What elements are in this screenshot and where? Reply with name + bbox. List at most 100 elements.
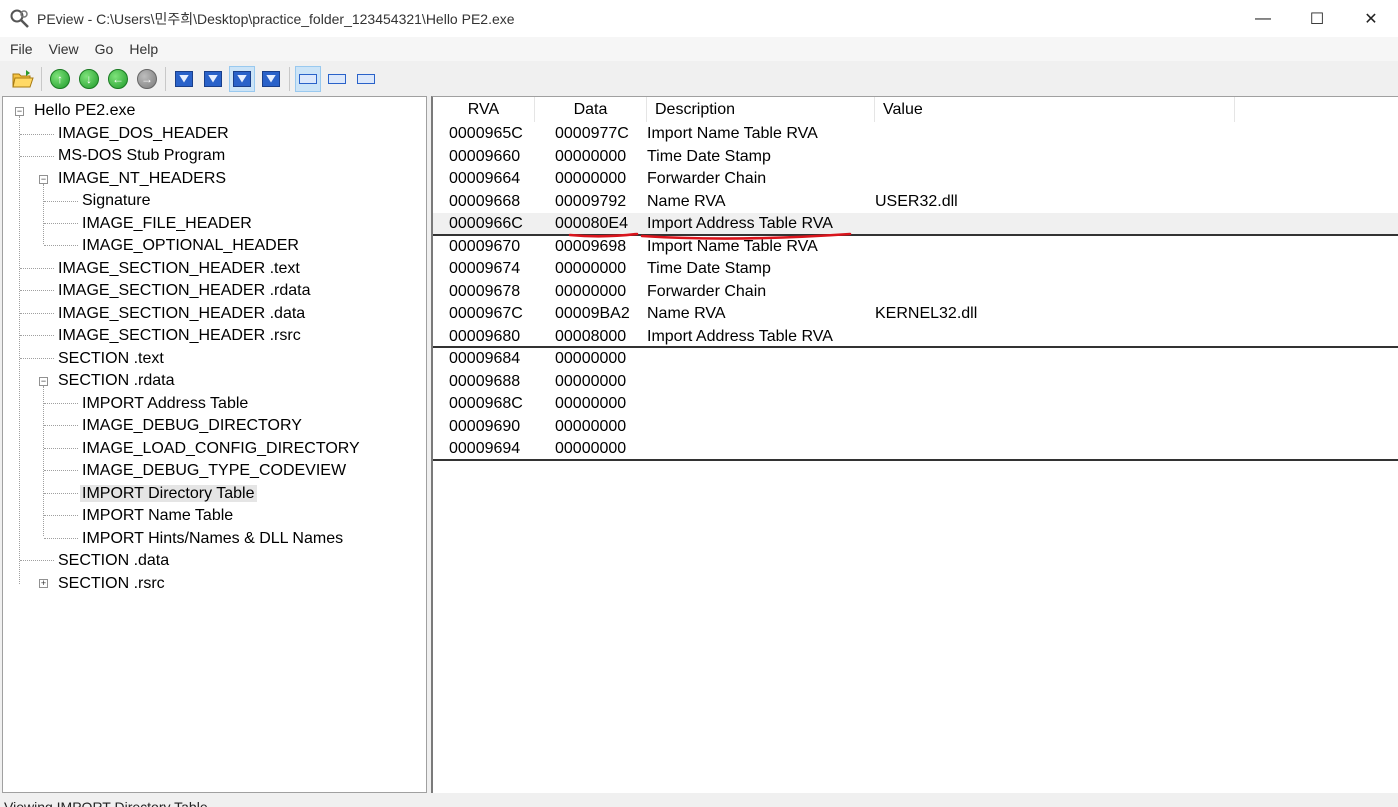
- forward-icon: →: [137, 68, 157, 89]
- download-button[interactable]: [229, 65, 255, 92]
- table-row[interactable]: 00009684 00000000: [433, 348, 1398, 370]
- table-row[interactable]: 00009664 00000000 Forwarder Chain: [433, 168, 1398, 190]
- table-row[interactable]: 00009694 00000000: [433, 438, 1398, 460]
- cell-rva: 00009678: [449, 282, 521, 300]
- toolbar: ↑ ↓ ← →: [0, 61, 1398, 96]
- nav-down-button[interactable]: ↓: [76, 66, 102, 92]
- cell-rva: 00009694: [449, 440, 521, 457]
- tree-item-section-rdata[interactable]: SECTION .rdata: [56, 370, 176, 392]
- save-down-icon: [175, 70, 193, 87]
- collapse-icon[interactable]: −: [39, 175, 48, 184]
- table-row[interactable]: 00009660 00000000 Time Date Stamp: [433, 146, 1398, 168]
- tree-item-signature[interactable]: Signature: [80, 190, 153, 212]
- cell-rva: 00009670: [449, 237, 521, 255]
- tree-line: [20, 335, 54, 336]
- cell-rva: 0000965C: [449, 125, 523, 142]
- tree-item-image-nt-headers[interactable]: IMAGE_NT_HEADERS: [56, 168, 228, 190]
- table-row[interactable]: 00009690 00000000: [433, 416, 1398, 438]
- tree-item-label: MS-DOS Stub Program: [58, 147, 226, 164]
- cell-data: 000080E4: [555, 215, 628, 232]
- nav-back-button[interactable]: ←: [105, 66, 131, 92]
- tree-item-image-debug-directory[interactable]: IMAGE_DEBUG_DIRECTORY: [80, 415, 304, 437]
- tree-item-label: IMAGE_SECTION_HEADER .rsrc: [58, 327, 301, 344]
- tree-item-image-file-header[interactable]: IMAGE_FILE_HEADER: [80, 213, 254, 235]
- nav-up-button[interactable]: ↑: [47, 66, 73, 92]
- structure-tree[interactable]: Hello PE2.exe − IMAGE_DOS_HEADER MS-DOS …: [2, 96, 427, 793]
- tree-item-label: IMAGE_DEBUG_DIRECTORY: [82, 417, 302, 434]
- cell-rva: 00009690: [449, 417, 521, 435]
- table-row[interactable]: 00009668 00009792 Name RVA USER32.dll: [433, 191, 1398, 213]
- menu-file[interactable]: File: [2, 41, 41, 57]
- view-dwords-button[interactable]: [353, 66, 379, 92]
- table-row[interactable]: 00009678 00000000 Forwarder Chain: [433, 281, 1398, 303]
- tree-item-image-load-config-directory[interactable]: IMAGE_LOAD_CONFIG_DIRECTORY: [80, 438, 362, 460]
- cell-data: 00000000: [555, 372, 627, 390]
- tree-line: [20, 290, 54, 291]
- tree-item-label: Hello PE2.exe: [34, 102, 136, 119]
- table-row[interactable]: 00009680 00008000 Import Address Table RVA: [433, 326, 1398, 348]
- tree-item-label: IMAGE_NT_HEADERS: [58, 170, 227, 187]
- cell-description: Time Date Stamp: [647, 260, 771, 277]
- tree-item-section-rsrc[interactable]: SECTION .rsrc: [56, 573, 167, 595]
- tree-item-ms-dos-stub[interactable]: MS-DOS Stub Program: [56, 145, 227, 167]
- tree-item-section-header-text[interactable]: IMAGE_SECTION_HEADER .text: [56, 258, 302, 280]
- tree-item-image-debug-type-codeview[interactable]: IMAGE_DEBUG_TYPE_CODEVIEW: [80, 460, 348, 482]
- menu-go[interactable]: Go: [87, 41, 122, 57]
- tree-item-label: IMPORT Hints/Names & DLL Names: [82, 530, 344, 547]
- column-header-value[interactable]: Value: [875, 97, 1235, 122]
- toolbar-separator: [41, 66, 42, 91]
- nav-forward-button[interactable]: →: [134, 66, 160, 92]
- cell-data: 00000000: [555, 395, 627, 412]
- tree-item-label: IMAGE_LOAD_CONFIG_DIRECTORY: [82, 440, 360, 457]
- table-row[interactable]: 00009688 00000000: [433, 371, 1398, 393]
- tree-item-label: IMPORT Name Table: [82, 507, 234, 524]
- tree-item-label: SECTION .text: [58, 350, 164, 367]
- menu-bar: File View Go Help: [0, 37, 1398, 61]
- tree-item-label: IMPORT Address Table: [82, 395, 249, 412]
- data-table[interactable]: RVA Data Description Value 0000965C 00009…: [431, 96, 1398, 793]
- group-separator: [433, 346, 1398, 348]
- tree-item-label: IMAGE_DEBUG_TYPE_CODEVIEW: [82, 462, 347, 479]
- cell-data: 00009BA2: [555, 305, 630, 322]
- tree-item-section-data[interactable]: SECTION .data: [56, 550, 171, 572]
- tree-item-section-header-data[interactable]: IMAGE_SECTION_HEADER .data: [56, 303, 307, 325]
- tree-item-root[interactable]: Hello PE2.exe: [32, 100, 137, 122]
- view-bytes-button[interactable]: [295, 65, 321, 92]
- collapse-icon[interactable]: −: [15, 107, 24, 116]
- tree-line: [44, 425, 78, 426]
- table-row[interactable]: 0000965C 0000977C Import Name Table RVA: [433, 123, 1398, 145]
- tree-item-section-header-rsrc[interactable]: IMAGE_SECTION_HEADER .rsrc: [56, 325, 303, 347]
- tree-item-image-dos-header[interactable]: IMAGE_DOS_HEADER: [56, 123, 231, 145]
- column-header-description[interactable]: Description: [647, 97, 875, 122]
- tree-item-image-optional-header[interactable]: IMAGE_OPTIONAL_HEADER: [80, 235, 301, 257]
- save-mail-button[interactable]: [200, 66, 226, 92]
- tree-item-section-header-rdata[interactable]: IMAGE_SECTION_HEADER .rdata: [56, 280, 313, 302]
- expand-icon[interactable]: +: [39, 579, 48, 588]
- open-file-button[interactable]: [10, 66, 36, 92]
- minimize-button[interactable]: —: [1236, 0, 1290, 37]
- cell-data: 00009698: [555, 237, 627, 255]
- view-words-button[interactable]: [324, 66, 350, 92]
- menu-view[interactable]: View: [41, 41, 87, 57]
- cell-description: Import Address Table RVA: [647, 215, 833, 232]
- tree-item-import-address-table[interactable]: IMPORT Address Table: [80, 393, 250, 415]
- column-header-rva[interactable]: RVA: [433, 97, 535, 122]
- download-alt-button[interactable]: [258, 66, 284, 92]
- peview-app-icon: [9, 8, 31, 30]
- tree-item-import-directory-table[interactable]: IMPORT Directory Table: [80, 483, 257, 505]
- collapse-icon[interactable]: −: [39, 377, 48, 386]
- table-row[interactable]: 0000966C 000080E4 Import Address Table RVA: [433, 213, 1398, 235]
- tree-item-import-name-table[interactable]: IMPORT Name Table: [80, 505, 235, 527]
- table-row[interactable]: 0000967C 00009BA2 Name RVA KERNEL32.dll: [433, 303, 1398, 325]
- close-button[interactable]: ✕: [1344, 0, 1398, 37]
- menu-help[interactable]: Help: [121, 41, 166, 57]
- tree-item-import-hints-names[interactable]: IMPORT Hints/Names & DLL Names: [80, 528, 345, 550]
- save-down-button[interactable]: [171, 66, 197, 92]
- table-row[interactable]: 00009674 00000000 Time Date Stamp: [433, 258, 1398, 280]
- table-row[interactable]: 0000968C 00000000: [433, 393, 1398, 415]
- table-row[interactable]: 00009670 00009698 Import Name Table RVA: [433, 236, 1398, 258]
- maximize-button[interactable]: ☐: [1290, 0, 1344, 37]
- toolbar-separator: [165, 66, 166, 91]
- column-header-data[interactable]: Data: [535, 97, 647, 122]
- tree-item-section-text[interactable]: SECTION .text: [56, 348, 166, 370]
